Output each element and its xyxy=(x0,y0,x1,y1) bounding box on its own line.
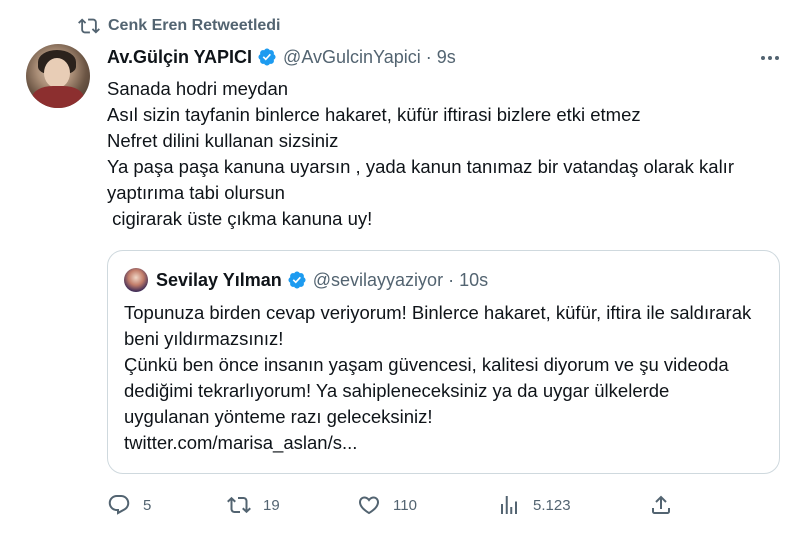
like-count: 110 xyxy=(393,496,417,514)
views-chart-icon xyxy=(501,496,517,514)
retweet-label: Cenk Eren Retweetledi xyxy=(108,17,281,34)
quote-header: Sevilay Yılman @sevilayyaziyor · 10s xyxy=(124,267,488,293)
author-handle[interactable]: @AvGulcinYapici xyxy=(283,47,421,68)
tweet-text: Sanada hodri meydan Asıl sizin tayfanin … xyxy=(107,78,734,229)
quote-text: Topunuza birden cevap veriyorum! Binlerc… xyxy=(124,302,752,453)
reply-button[interactable]: 5 xyxy=(107,490,151,520)
more-options-icon[interactable] xyxy=(758,46,782,70)
reply-icon xyxy=(108,495,130,515)
share-button[interactable] xyxy=(649,490,685,520)
verified-badge-icon[interactable] xyxy=(257,47,277,67)
quote-author-name: Sevilay Yılman xyxy=(156,269,282,290)
share-icon xyxy=(652,495,670,514)
retweet-icon xyxy=(78,18,100,34)
verified-badge-icon xyxy=(288,271,306,289)
like-button[interactable]: 110 xyxy=(357,490,417,520)
quote-time: 10s xyxy=(459,269,489,290)
quote-author-avatar xyxy=(124,268,148,292)
tweet-time[interactable]: 9s xyxy=(437,47,456,68)
separator-dot: · xyxy=(448,269,455,290)
reply-count: 5 xyxy=(143,496,152,514)
separator-dot: · xyxy=(425,46,432,67)
author-avatar[interactable] xyxy=(26,44,90,108)
retweet-button[interactable]: 19 xyxy=(227,490,280,520)
tweet-header: Av.Gülçin YAPICI @AvGulcinYapici · 9s xyxy=(107,44,456,70)
quote-author-handle: @sevilayyaziyor xyxy=(312,269,444,290)
retweet-indicator[interactable]: Cenk Eren Retweetledi xyxy=(78,14,281,38)
heart-icon xyxy=(358,496,380,515)
views-button[interactable]: 5.123 xyxy=(497,490,571,520)
views-count: 5.123 xyxy=(533,496,571,514)
quoted-tweet[interactable]: Sevilay Yılman @sevilayyaziyor · 10s Top… xyxy=(107,250,780,474)
retweet-count: 19 xyxy=(263,496,280,514)
tweet-actions: 5 19 110 5.123 xyxy=(107,490,673,520)
author-name[interactable]: Av.Gülçin YAPICI xyxy=(107,47,252,68)
retweet-icon xyxy=(227,496,251,514)
